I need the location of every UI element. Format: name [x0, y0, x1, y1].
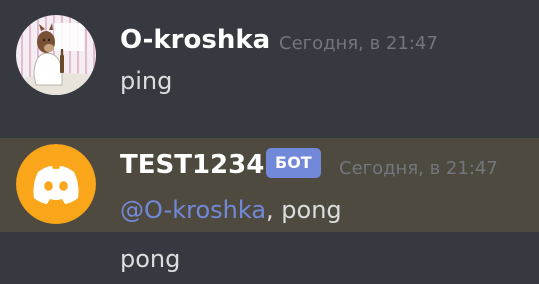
user-mention[interactable]: @O-kroshka — [120, 196, 266, 224]
username[interactable]: O-kroshka — [120, 24, 270, 56]
timestamp[interactable]: Сегодня, в 21:47 — [339, 157, 498, 181]
username[interactable]: TEST1234 — [120, 149, 264, 181]
message-text-body: , pong — [266, 196, 342, 224]
message-test1234: TEST1234 БОТ Сегодня, в 21:47 @O-kroshka… — [0, 138, 539, 232]
cartoon-horse-avatar-icon — [16, 15, 96, 95]
message-okroshka: O-kroshka Сегодня, в 21:47 ping — [0, 0, 539, 120]
message-text: pong — [120, 245, 181, 273]
bot-badge: БОТ — [266, 148, 321, 178]
avatar[interactable] — [16, 144, 96, 224]
message-continuation: pong — [0, 232, 539, 284]
message-text: ping — [120, 67, 173, 95]
discord-logo-icon — [16, 144, 96, 224]
message-text: @O-kroshka, pong — [120, 195, 342, 225]
avatar[interactable] — [16, 15, 96, 95]
timestamp[interactable]: Сегодня, в 21:47 — [279, 32, 438, 56]
